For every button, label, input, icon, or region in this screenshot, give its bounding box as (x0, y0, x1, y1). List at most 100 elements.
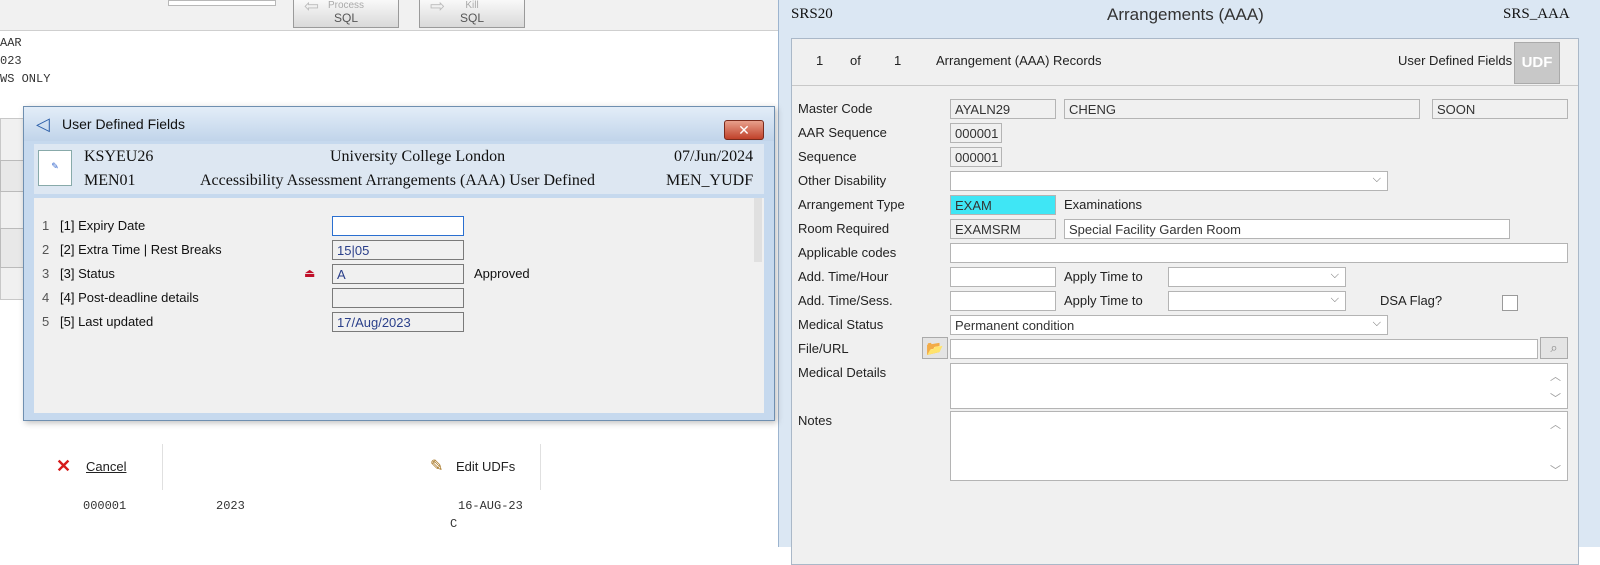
other-disability-select[interactable]: ⌵ (950, 171, 1388, 191)
last-updated-input[interactable]: 17/Aug/2023 (332, 312, 464, 332)
dsa-flag-label: DSA Flag? (1380, 293, 1443, 308)
room-description-field: Special Facility Garden Room (1064, 219, 1510, 239)
room-required-field[interactable]: EXAMSRM (950, 219, 1056, 239)
background-code: C (450, 517, 458, 531)
notes-label: Notes (798, 413, 832, 428)
arrangement-type-label: Arrangement Type (798, 197, 905, 212)
body-scrollbar[interactable] (754, 198, 762, 262)
lookup-icon[interactable]: ⏏ (304, 266, 315, 280)
window-title: Arrangements (AAA) (1107, 5, 1264, 24)
apply-time-select[interactable]: ⌵ (1168, 267, 1346, 287)
arrangement-type-field[interactable]: EXAM (950, 195, 1056, 215)
surname-field[interactable]: CHENG (1064, 99, 1420, 119)
header-menu-code: MEN01 (84, 172, 136, 189)
expiry-date-input[interactable] (332, 216, 464, 236)
arrow-right-icon: ⇨ (430, 0, 446, 16)
apply-time-2-label: Apply Time to (1064, 293, 1143, 308)
sequence-label: Sequence (798, 149, 857, 164)
udf-dialog-body: 1 [1] Expiry Date 2 [2] Extra Time | Res… (34, 198, 764, 490)
status-label: [3] Status (60, 266, 115, 281)
other-disability-label: Other Disability (798, 173, 887, 188)
header-form-code: MEN_YUDF (666, 172, 754, 189)
add-time-sess-field[interactable] (950, 291, 1056, 311)
add-time-hour-label: Add. Time/Hour (798, 269, 889, 284)
scroll-up-icon[interactable]: ︿ (1550, 368, 1561, 384)
background-text-2: 023 (0, 54, 22, 68)
aar-sequence-label: AAR Sequence (798, 125, 887, 140)
background-text-1: AAR (0, 36, 22, 50)
sequence-field[interactable]: 000001 (950, 147, 1002, 167)
udf-dialog-footer: ✕ Cancel ✎ Edit UDFs (42, 444, 762, 490)
record-total: 1 (894, 53, 902, 68)
record-current: 1 (816, 53, 824, 68)
notes-field[interactable]: ︿ ﹀ (950, 411, 1568, 481)
add-time-hour-field[interactable] (950, 267, 1056, 287)
record-of: of (850, 53, 861, 68)
aar-sequence-field[interactable]: 000001 (950, 123, 1002, 143)
post-deadline-input[interactable] (332, 288, 464, 308)
room-required-label: Room Required (798, 221, 890, 236)
header-code: KSYEU26 (84, 148, 154, 165)
background-sequence: 000001 (83, 499, 127, 513)
header-description: Accessibility Assessment Arrangements (A… (200, 172, 596, 189)
footer-divider (540, 444, 541, 490)
extra-time-label: [2] Extra Time | Rest Breaks (60, 242, 222, 257)
form-id: SRS20 (791, 6, 833, 22)
extra-time-input[interactable]: 15|05 (332, 240, 464, 260)
background-date: 16-AUG-23 (458, 499, 523, 513)
arrangements-panel: 1 of 1 Arrangement (AAA) Records User De… (791, 38, 1579, 565)
background-year: 2023 (216, 499, 245, 513)
master-code-field[interactable]: AYALN29 (950, 99, 1056, 119)
row-number: 5 (42, 314, 50, 329)
kill-sql-button[interactable]: ⇨ Kill SQL (419, 0, 525, 28)
background-text-3: WS ONLY (0, 72, 51, 86)
udf-link[interactable]: User Defined Fields (1398, 53, 1512, 68)
arrow-left-icon: ⇦ (304, 0, 320, 16)
folder-icon[interactable]: 📂 (922, 337, 948, 359)
footer-divider (162, 444, 163, 490)
close-icon: ✕ (738, 122, 750, 138)
process-sql-button[interactable]: ⇦ Process SQL (293, 0, 399, 28)
status-input[interactable]: A (332, 264, 464, 284)
applicable-codes-label: Applicable codes (798, 245, 897, 260)
udf-button[interactable]: UDF (1514, 42, 1560, 84)
app-logo-icon: ◁ (36, 114, 50, 134)
record-label: Arrangement (AAA) Records (936, 53, 1102, 68)
udf-edit-icon: ✎ (38, 150, 72, 186)
applicable-codes-field[interactable] (950, 243, 1568, 263)
header-institution: University College London (330, 148, 506, 165)
close-button[interactable]: ✕ (724, 120, 764, 140)
cancel-button[interactable]: ✕ Cancel (42, 444, 162, 490)
search-icon[interactable]: ⌕ (1540, 337, 1568, 359)
scroll-down-icon[interactable]: ﹀ (1550, 462, 1561, 478)
background-toolbar-field[interactable] (168, 0, 276, 6)
row-number: 4 (42, 290, 50, 305)
medical-details-field[interactable]: ︿ ﹀ (950, 363, 1568, 409)
chevron-down-icon: ⌵ (1330, 269, 1339, 281)
last-updated-label: [5] Last updated (60, 314, 154, 329)
expiry-date-label: [1] Expiry Date (60, 218, 146, 233)
apply-time-label: Apply Time to (1064, 269, 1143, 284)
chevron-down-icon: ⌵ (1372, 173, 1381, 185)
scroll-up-icon[interactable]: ︿ (1550, 416, 1561, 432)
edit-udfs-button[interactable]: ✎ Edit UDFs (424, 444, 540, 490)
scroll-down-icon[interactable]: ﹀ (1550, 390, 1561, 406)
arrangements-window: SRS20 Arrangements (AAA) SRS_AAA 1 of 1 … (778, 0, 1600, 565)
file-url-field[interactable] (950, 339, 1538, 359)
header-date: 07/Jun/2024 (674, 148, 754, 165)
dsa-flag-checkbox[interactable] (1502, 295, 1518, 311)
udf-dialog-title: User Defined Fields (62, 116, 185, 132)
apply-time-2-select[interactable]: ⌵ (1168, 291, 1346, 311)
add-time-sess-label: Add. Time/Sess. (798, 293, 893, 308)
pencil-icon: ✎ (430, 458, 444, 475)
post-deadline-label: [4] Post-deadline details (60, 290, 199, 305)
forename-field[interactable]: SOON (1432, 99, 1568, 119)
chevron-down-icon: ⌵ (1330, 293, 1339, 305)
chevron-down-icon: ⌵ (1372, 317, 1381, 329)
medical-status-select[interactable]: Permanent condition ⌵ (950, 315, 1388, 335)
cancel-icon: ✕ (56, 456, 72, 476)
udf-dialog-title-bar: ◁ User Defined Fields ✕ (24, 107, 774, 141)
row-number: 3 (42, 266, 50, 281)
medical-status-label: Medical Status (798, 317, 884, 332)
row-number: 1 (42, 218, 50, 233)
